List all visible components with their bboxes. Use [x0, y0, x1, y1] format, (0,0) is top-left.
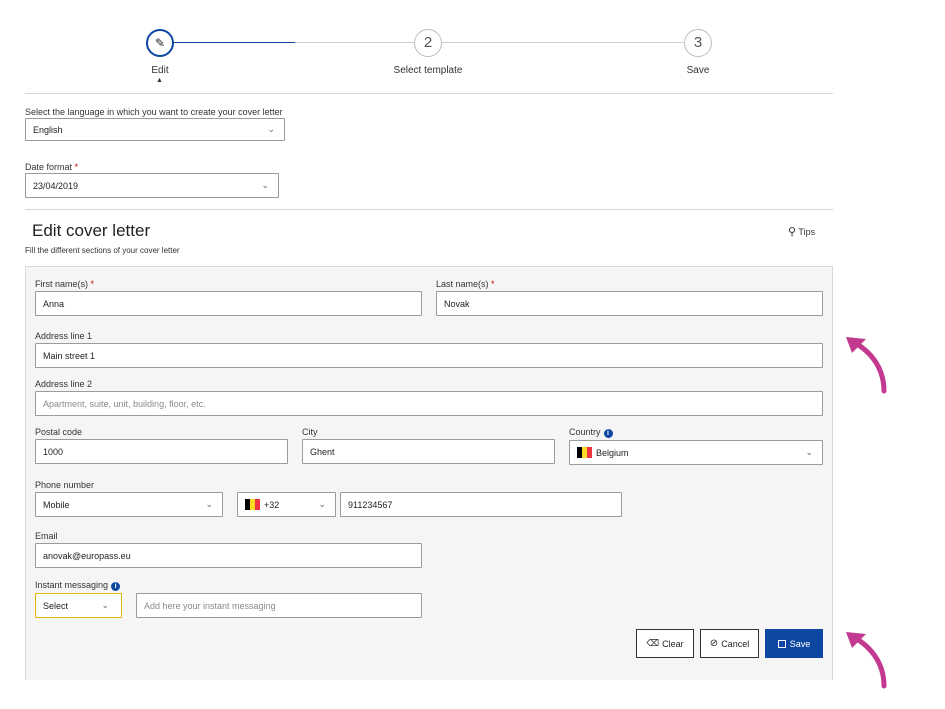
last-name-label-text: Last name(s): [436, 279, 489, 289]
phone-country-code-select[interactable]: +32 ⌄: [237, 492, 336, 517]
chevron-down-icon: ⌄: [805, 447, 813, 457]
date-format-label-text: Date format: [25, 162, 73, 172]
step-connector-done: [174, 42, 295, 43]
chevron-down-icon: ⌄: [318, 499, 326, 509]
phone-label: Phone number: [35, 480, 95, 490]
step-label-save: Save: [686, 65, 710, 76]
section-subtitle: Fill the different sections of your cove…: [25, 246, 180, 255]
address1-field[interactable]: Main street 1: [35, 343, 823, 368]
pencil-icon: ✎: [154, 36, 166, 50]
phone-number-value: 911234567: [348, 499, 393, 510]
tips-label: Tips: [798, 227, 816, 237]
im-label: Instant messaging i: [35, 580, 121, 591]
annotation-arrow-icon: [846, 337, 887, 394]
first-name-field[interactable]: Anna: [35, 291, 422, 316]
im-type-select[interactable]: Select ⌄: [35, 593, 122, 618]
caret-up-icon: ▲: [156, 77, 163, 84]
annotation-arrow-icon: [846, 632, 887, 689]
belgium-flag-icon: [245, 499, 260, 510]
im-type-value: Select: [43, 600, 69, 611]
step-connector: [295, 42, 414, 43]
step-label-edit: Edit: [151, 65, 169, 76]
phone-code-value: +32: [264, 499, 280, 510]
lightbulb-icon: ⚲: [788, 226, 797, 238]
date-format-label: Date format *: [25, 162, 78, 172]
step-connector: [442, 42, 684, 43]
chevron-down-icon: ⌄: [267, 124, 275, 134]
postal-code-value: 1000: [43, 446, 64, 457]
first-name-value: Anna: [43, 298, 65, 309]
section-title: Edit cover letter: [32, 221, 151, 240]
im-label-text: Instant messaging: [35, 580, 109, 590]
city-value: Ghent: [310, 446, 335, 457]
address2-placeholder: Apartment, suite, unit, building, floor,…: [43, 398, 206, 409]
country-label: Country i: [569, 427, 613, 438]
language-select[interactable]: English ⌄: [25, 118, 285, 141]
save-button[interactable]: Save: [765, 629, 823, 658]
phone-type-value: Mobile: [43, 499, 70, 510]
first-name-label-text: First name(s): [35, 279, 89, 289]
chevron-down-icon: ⌄: [101, 600, 109, 610]
im-field[interactable]: Add here your instant messaging: [136, 593, 422, 618]
step-save[interactable]: 3: [684, 29, 712, 57]
address2-label: Address line 2: [35, 379, 93, 389]
required-mark: *: [491, 279, 495, 289]
email-value: anovak@europass.eu: [43, 550, 131, 561]
required-mark: *: [90, 279, 95, 289]
last-name-field[interactable]: Novak: [436, 291, 823, 316]
floppy-disk-icon: [777, 639, 786, 648]
address1-value: Main street 1: [43, 350, 96, 361]
cancel-icon: ⊘: [709, 638, 719, 649]
city-label: City: [302, 427, 318, 437]
address2-field[interactable]: Apartment, suite, unit, building, floor,…: [35, 391, 823, 416]
language-value: English: [33, 124, 63, 135]
clear-label: Clear: [662, 638, 684, 649]
phone-number-field[interactable]: 911234567: [340, 492, 622, 517]
cancel-button[interactable]: ⊘ Cancel: [700, 629, 759, 658]
belgium-flag-icon: [577, 447, 592, 458]
chevron-down-icon: ⌄: [261, 180, 269, 190]
country-select[interactable]: Belgium ⌄: [569, 440, 823, 465]
tips-link[interactable]: ⚲ Tips: [788, 225, 815, 238]
cancel-label: Cancel: [721, 638, 750, 649]
address1-label: Address line 1: [35, 331, 93, 341]
country-label-text: Country: [569, 427, 601, 437]
eraser-icon: ⌫: [646, 638, 660, 648]
divider: [25, 93, 833, 94]
im-placeholder: Add here your instant messaging: [144, 600, 276, 611]
email-field[interactable]: anovak@europass.eu: [35, 543, 422, 568]
last-name-label: Last name(s) *: [436, 279, 495, 289]
divider: [25, 209, 833, 210]
save-label: Save: [789, 638, 811, 649]
required-mark: *: [74, 162, 79, 172]
language-label: Select the language in which you want to…: [25, 107, 283, 117]
clear-button[interactable]: ⌫ Clear: [636, 629, 694, 658]
postal-code-label: Postal code: [35, 427, 83, 437]
step-label-select-template: Select template: [393, 65, 463, 76]
step-select-template[interactable]: 2: [414, 29, 442, 57]
first-name-label: First name(s) *: [35, 279, 94, 289]
step-edit[interactable]: ✎: [146, 29, 174, 57]
chevron-down-icon: ⌄: [205, 499, 213, 509]
date-format-value: 23/04/2019: [33, 180, 79, 191]
last-name-value: Novak: [444, 298, 470, 309]
info-icon[interactable]: i: [603, 429, 613, 438]
phone-type-select[interactable]: Mobile ⌄: [35, 492, 223, 517]
email-label: Email: [35, 531, 58, 541]
country-value: Belgium: [596, 447, 629, 458]
date-format-select[interactable]: 23/04/2019 ⌄: [25, 173, 279, 198]
city-field[interactable]: Ghent: [302, 439, 555, 464]
info-icon[interactable]: i: [111, 582, 121, 591]
postal-code-field[interactable]: 1000: [35, 439, 288, 464]
